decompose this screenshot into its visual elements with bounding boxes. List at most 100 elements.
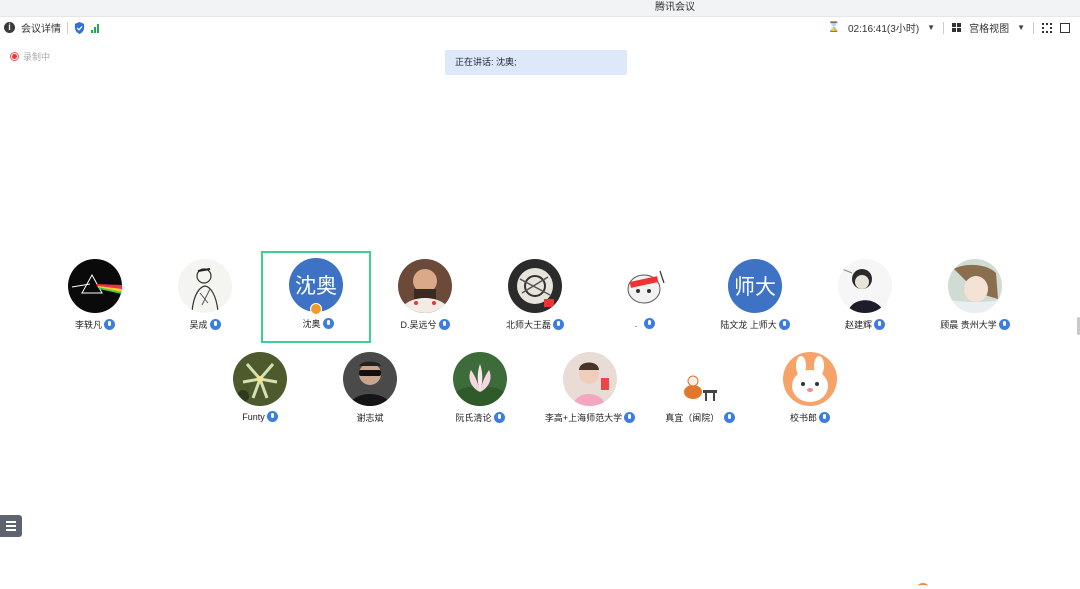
participant-name: 校书郎	[789, 413, 817, 423]
participant-name-row: 赵建辉	[810, 318, 920, 331]
participant-tile[interactable]: 师大 陆文龙 上师大	[700, 252, 810, 344]
speaking-label: 正在讲话: 沈奥;	[455, 57, 517, 67]
microphone-icon	[874, 319, 885, 330]
participant-name-row: 校书郎	[755, 411, 865, 424]
microphone-icon	[778, 319, 790, 330]
meeting-toolbar: i 会议详情 ⌛ 02:16:41(3小时) ▼ 宫格视图 ▼	[0, 17, 1080, 39]
avatar	[618, 259, 672, 313]
toolbar-divider	[1033, 21, 1034, 34]
participant-name-row: 北师大王磊	[480, 318, 590, 331]
avatar-text: 沈奥	[295, 274, 337, 298]
participant-name-row: 陆文龙 上师大	[700, 318, 810, 331]
list-icon-line	[6, 525, 16, 527]
participant-name: 阮氏清论	[455, 413, 492, 423]
participant-tile[interactable]: 北师大王磊	[480, 252, 590, 344]
window-title: 腾讯会议	[655, 2, 695, 13]
speaking-indicator: 正在讲话: 沈奥;	[445, 50, 627, 75]
participant-name: 顾晨 贵州大学	[940, 320, 997, 330]
avatar	[838, 259, 892, 313]
toolbar-right: ⌛ 02:16:41(3小时) ▼ 宫格视图 ▼	[828, 20, 1070, 35]
side-panel-icon[interactable]	[1060, 22, 1070, 33]
participant-name-row: 阮氏清论	[425, 411, 535, 424]
decorative-mark	[918, 583, 928, 589]
microphone-icon	[493, 412, 505, 423]
list-icon-line	[6, 529, 16, 531]
participant-tile[interactable]: 吴成	[150, 252, 260, 344]
participant-name-row: 吴成	[150, 318, 260, 331]
avatar-text: 师大	[734, 275, 776, 299]
participant-name-row: D.吴远兮	[370, 318, 480, 331]
participant-tile[interactable]: .	[590, 252, 700, 344]
avatar	[673, 352, 727, 406]
participant-name: Funty	[242, 412, 265, 422]
chevron-down-icon[interactable]: ▼	[1017, 23, 1025, 32]
avatar	[948, 259, 1002, 313]
toolbar-divider	[943, 21, 945, 34]
participant-name: D.吴远兮	[400, 320, 437, 330]
avatar	[508, 259, 562, 313]
microphone-icon	[209, 319, 221, 330]
participant-name: 真宜（闽院）	[665, 413, 720, 423]
participant-name-row: 沈奥	[263, 317, 373, 330]
participant-name-row: Funty	[205, 411, 315, 422]
microphone-icon	[819, 412, 830, 423]
microphone-icon	[104, 319, 115, 330]
avatar	[563, 352, 617, 406]
participant-tile[interactable]: D.吴远兮	[370, 252, 480, 344]
avatar	[398, 259, 452, 313]
participant-tile[interactable]: 李轶凡	[40, 252, 150, 344]
avatar	[343, 352, 397, 406]
participant-tile[interactable]: 谢志斌	[315, 345, 425, 437]
participant-name: 李高+上海师范大学	[544, 413, 623, 423]
host-badge-icon	[310, 303, 322, 315]
participant-name: 吴成	[189, 320, 208, 330]
participant-tile-active[interactable]: 沈奥 沈奥	[261, 251, 371, 343]
info-icon[interactable]: i	[4, 22, 15, 33]
microphone-icon	[266, 411, 278, 422]
participant-tile[interactable]: Funty	[205, 345, 315, 437]
view-mode-button[interactable]: 宫格视图	[969, 20, 1009, 35]
participant-name-row: 顾晨 贵州大学	[920, 318, 1030, 331]
participant-name: 北师大王磊	[505, 320, 551, 330]
chevron-down-icon[interactable]: ▼	[927, 23, 935, 32]
participant-tile[interactable]: 真宜（闽院）	[645, 345, 755, 437]
avatar	[233, 352, 287, 406]
microphone-icon	[723, 412, 735, 423]
hourglass-icon: ⌛	[827, 22, 840, 33]
microphone-icon	[553, 319, 564, 330]
microphone-icon	[322, 318, 334, 329]
participant-tile[interactable]: 赵建辉	[810, 252, 920, 344]
participant-tile[interactable]: 李高+上海师范大学	[535, 345, 645, 437]
participant-tile[interactable]: 阮氏清论	[425, 345, 535, 437]
participant-name: 李轶凡	[74, 320, 102, 330]
meeting-info-button[interactable]: 会议详情	[21, 20, 61, 35]
participant-name-row: 李高+上海师范大学	[535, 411, 645, 424]
microphone-icon	[438, 319, 450, 330]
recording-indicator[interactable]: 录制中	[10, 50, 50, 63]
participant-name: 陆文龙 上师大	[720, 320, 777, 330]
fullscreen-icon[interactable]	[1042, 22, 1052, 33]
list-icon	[6, 521, 16, 523]
participant-list-button[interactable]	[0, 515, 22, 537]
window-titlebar: 腾讯会议	[0, 0, 1080, 17]
grid-view-icon[interactable]	[952, 23, 962, 32]
toolbar-left: i 会议详情	[4, 20, 99, 35]
avatar	[783, 352, 837, 406]
avatar	[453, 352, 507, 406]
participant-name-row: .	[590, 318, 700, 329]
avatar: 师大	[728, 259, 782, 313]
shield-icon[interactable]	[74, 21, 85, 34]
signal-icon[interactable]	[91, 23, 99, 33]
record-icon	[10, 52, 19, 61]
recording-label: 录制中	[23, 52, 51, 62]
participant-name-row: 谢志斌	[315, 411, 425, 424]
participant-name: .	[634, 319, 638, 329]
participant-name: 谢志斌	[356, 413, 384, 423]
participant-tile[interactable]: 顾晨 贵州大学	[920, 252, 1030, 344]
microphone-icon	[998, 319, 1010, 330]
participant-tile[interactable]: 校书郎	[755, 345, 865, 437]
microphone-icon	[644, 318, 656, 329]
toolbar-divider	[67, 21, 68, 34]
participant-name: 沈奥	[302, 319, 321, 329]
microphone-icon	[624, 412, 636, 423]
